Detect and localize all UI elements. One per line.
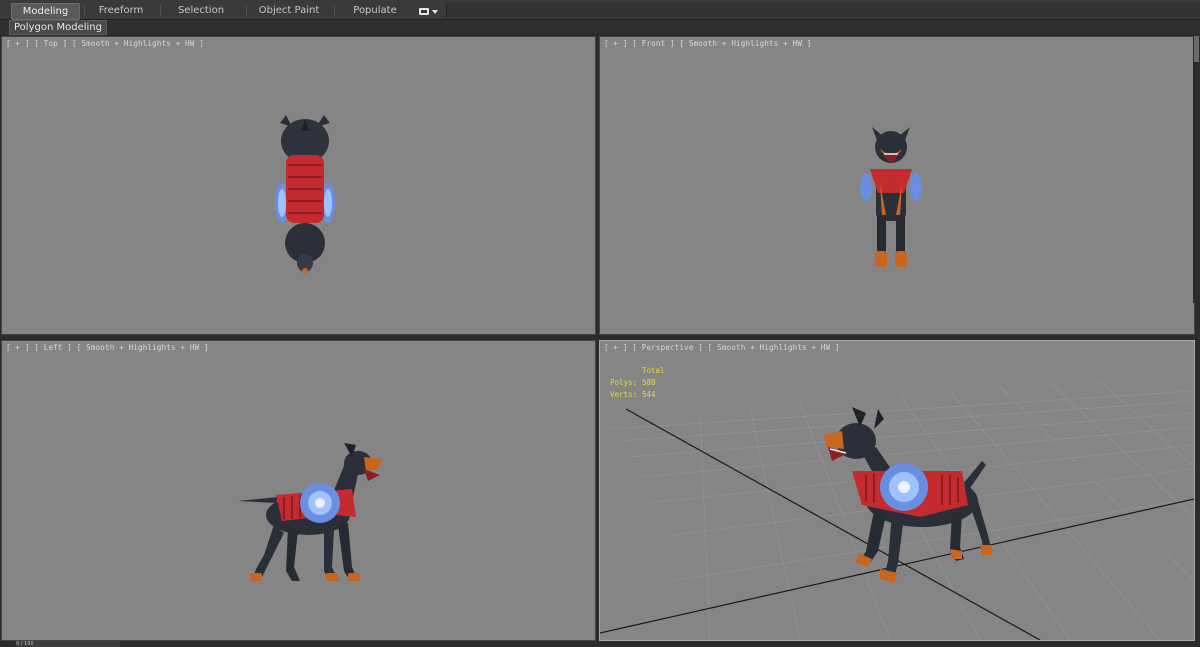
status-bar: [0, 641, 1200, 647]
viewport-label-front[interactable]: [ + ] [ Front ] [ Smooth + Highlights + …: [604, 39, 811, 48]
tab-object-paint[interactable]: Object Paint: [254, 3, 324, 18]
tab-populate[interactable]: Populate: [342, 3, 408, 18]
viewport-left[interactable]: [ + ] [ Left ] [ Smooth + Highlights + H…: [1, 340, 596, 641]
tab-separator: [246, 5, 247, 16]
dog-model-front-view[interactable]: [858, 123, 924, 271]
tab-separator: [334, 5, 335, 16]
viewport-top[interactable]: [ + ] [ Top ] [ Smooth + Highlights + HW…: [1, 36, 596, 335]
ribbon-tab-bar: Modeling Freeform Selection Object Paint…: [0, 0, 1200, 20]
tab-separator: [84, 5, 85, 16]
dog-model-top-view[interactable]: [272, 113, 338, 273]
polygon-modeling-panel-tab[interactable]: Polygon Modeling: [9, 20, 107, 35]
viewport-perspective[interactable]: [ + ] [ Perspective ] [ Smooth + Highlig…: [599, 340, 1195, 641]
scrollbar-thumb[interactable]: [1194, 36, 1199, 62]
viewport-label-left[interactable]: [ + ] [ Left ] [ Smooth + Highlights + H…: [6, 343, 209, 352]
tab-freeform[interactable]: Freeform: [90, 3, 152, 18]
ribbon-panel-bar: Polygon Modeling: [0, 20, 1200, 35]
ribbon-empty-area: [446, 3, 1200, 17]
tab-separator: [160, 5, 161, 16]
tab-modeling[interactable]: Modeling: [11, 3, 80, 20]
viewport-front[interactable]: [ + ] [ Front ] [ Smooth + Highlights + …: [599, 36, 1195, 335]
frame-counter: 0 / 100: [16, 641, 34, 647]
time-slider-field[interactable]: 0 / 100: [16, 641, 120, 647]
ribbon-options-icon[interactable]: [418, 3, 440, 16]
tab-selection[interactable]: Selection: [168, 3, 234, 18]
viewport-label-top[interactable]: [ + ] [ Top ] [ Smooth + Highlights + HW…: [6, 39, 204, 48]
dog-model-perspective-view[interactable]: [822, 401, 992, 583]
dog-model-left-view[interactable]: [228, 437, 388, 585]
right-scrollbar[interactable]: [1193, 36, 1200, 303]
